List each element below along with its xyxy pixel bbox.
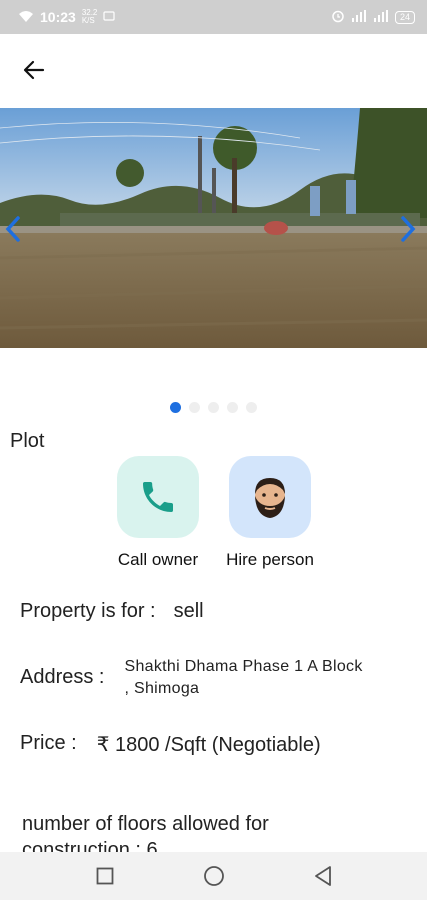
- back-arrow-icon: [23, 60, 45, 80]
- hire-person-button[interactable]: Hire person: [210, 456, 330, 570]
- status-time: 10:23: [40, 9, 76, 25]
- notification-icon: [103, 9, 115, 25]
- signal-icon-2: [373, 9, 389, 25]
- carousel-indicator: [170, 402, 257, 413]
- signal-icon: [351, 9, 367, 25]
- call-owner-tile[interactable]: [117, 456, 199, 538]
- data-speed-unit: K/S: [81, 16, 95, 25]
- price-row: Price : ₹ 1800 /Sqft (Negotiable): [20, 732, 321, 757]
- carousel-dot[interactable]: [227, 402, 238, 413]
- status-left: 10:23 32.2 K/S: [18, 9, 115, 26]
- next-image-button[interactable]: [397, 212, 419, 246]
- property-purpose-label: Property is for :: [20, 600, 156, 622]
- image-carousel[interactable]: [0, 108, 427, 348]
- system-nav-bar: [0, 852, 427, 900]
- home-button[interactable]: [199, 861, 229, 891]
- app-bar: [0, 34, 427, 106]
- price-label: Price :: [20, 732, 77, 754]
- call-owner-label: Call owner: [117, 550, 199, 569]
- price-value: ₹ 1800 /Sqft (Negotiable): [96, 734, 321, 756]
- address-value: Shakthi Dhama Phase 1 A Block , Shimoga: [124, 658, 363, 697]
- back-button[interactable]: [18, 54, 50, 86]
- system-back-button[interactable]: [308, 861, 338, 891]
- chevron-right-icon: [401, 216, 416, 242]
- address-label: Address :: [20, 666, 105, 688]
- carousel-dot[interactable]: [208, 402, 219, 413]
- wifi-icon: [18, 9, 34, 26]
- address-row: Address : Shakthi Dhama Phase 1 A Block …: [20, 656, 364, 700]
- hire-person-tile[interactable]: [229, 456, 311, 538]
- carousel-dot-active[interactable]: [170, 402, 181, 413]
- call-owner-button[interactable]: Call owner: [98, 456, 218, 570]
- hire-person-label: Hire person: [226, 550, 314, 569]
- phone-icon: [143, 482, 173, 512]
- battery-indicator: 24: [394, 10, 415, 24]
- circle-icon: [203, 866, 224, 886]
- status-right: 24: [331, 9, 415, 26]
- data-speed: 32.2 K/S: [82, 9, 98, 25]
- carousel-dot[interactable]: [189, 402, 200, 413]
- property-type: Plot: [10, 430, 45, 452]
- property-photo: [0, 108, 427, 348]
- chevron-left-icon: [5, 216, 20, 242]
- square-icon: [96, 867, 113, 885]
- status-bar: 10:23 32.2 K/S 24: [0, 0, 427, 34]
- carousel-dot[interactable]: [246, 402, 257, 413]
- property-purpose-row: Property is for : sell: [20, 600, 204, 623]
- triangle-back-icon: [314, 866, 331, 886]
- alarm-icon: [331, 9, 345, 26]
- property-purpose-value: sell: [173, 600, 204, 622]
- bearded-man-icon: [255, 478, 285, 518]
- recents-button[interactable]: [90, 861, 120, 891]
- previous-image-button[interactable]: [2, 212, 24, 246]
